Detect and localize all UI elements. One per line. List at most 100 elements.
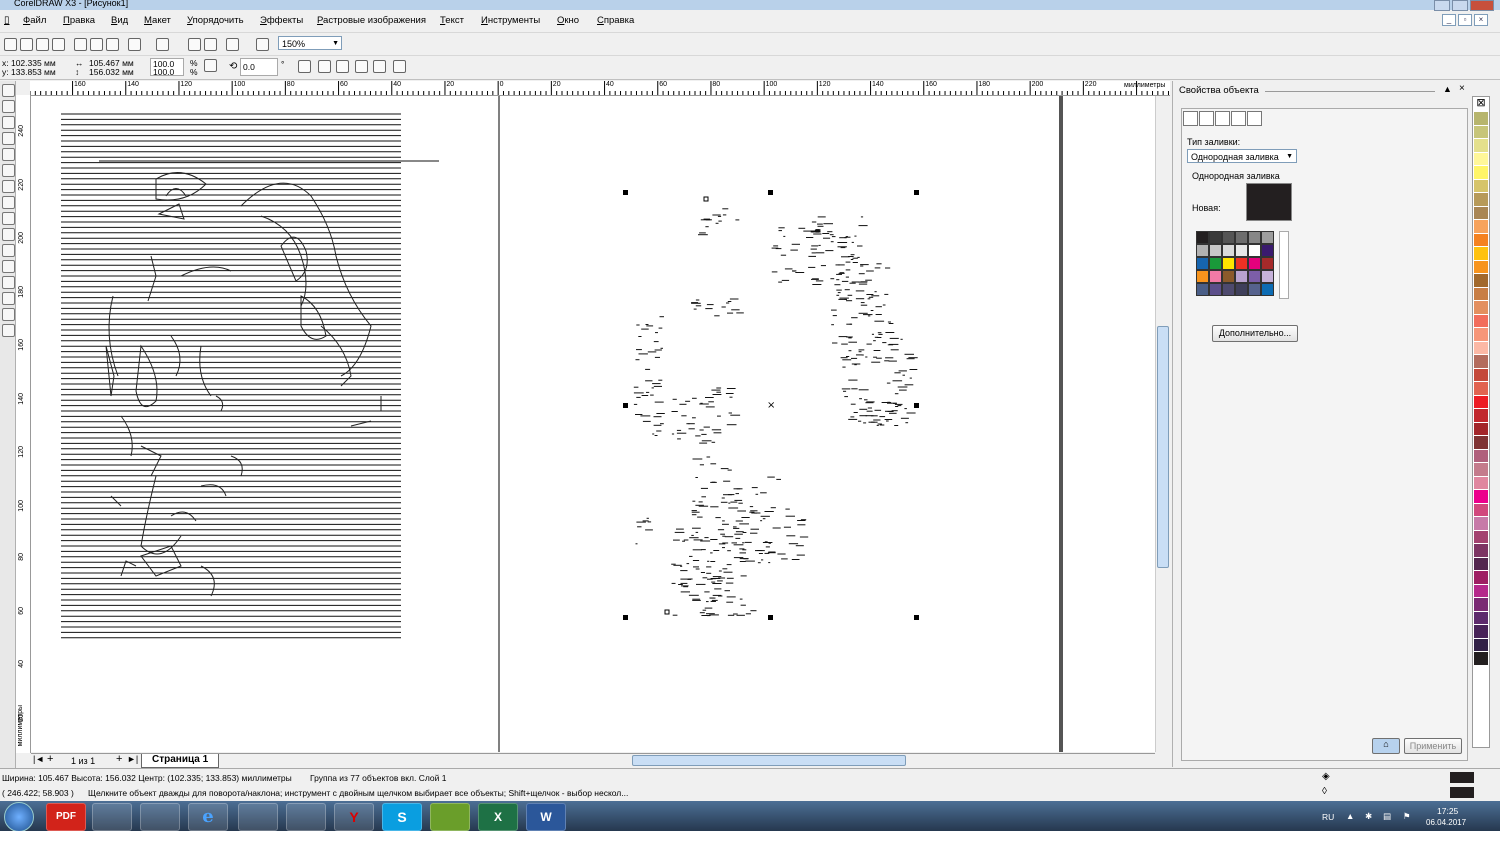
- export-icon[interactable]: [204, 38, 217, 51]
- palette-swatch[interactable]: [1222, 270, 1235, 283]
- palette-swatch[interactable]: [1222, 257, 1235, 270]
- node-marker[interactable]: [703, 196, 709, 202]
- polygon-tool-icon[interactable]: [2, 212, 15, 225]
- color-bar-swatch[interactable]: [1474, 463, 1488, 477]
- vertical-scroll-thumb[interactable]: [1157, 326, 1169, 568]
- palette-swatch[interactable]: [1248, 270, 1261, 283]
- color-bar-swatch[interactable]: [1474, 476, 1488, 490]
- smart-fill-tool-icon[interactable]: [2, 164, 15, 177]
- fill-type-select[interactable]: Однородная заливка: [1187, 149, 1297, 164]
- color-bar-swatch[interactable]: [1474, 490, 1488, 504]
- palette-swatch[interactable]: [1196, 270, 1209, 283]
- menu-edit[interactable]: Правка: [63, 15, 95, 26]
- corel-online-icon[interactable]: [256, 38, 269, 51]
- add-page-after-icon[interactable]: +: [116, 753, 122, 765]
- zoom-tool-icon[interactable]: [2, 132, 15, 145]
- color-bar-swatch[interactable]: [1474, 409, 1488, 423]
- mirror-horizontal-icon[interactable]: [298, 60, 311, 73]
- mirror-vertical-icon[interactable]: [318, 60, 331, 73]
- palette-swatch[interactable]: [1209, 231, 1222, 244]
- menu-effects[interactable]: Эффекты: [260, 15, 303, 26]
- taskbar-yandex-app[interactable]: Y: [334, 803, 374, 831]
- open-icon[interactable]: [20, 38, 33, 51]
- menu-help[interactable]: Справка: [597, 15, 634, 26]
- color-bar-swatch[interactable]: [1474, 598, 1488, 612]
- color-bar-swatch[interactable]: [1474, 638, 1488, 652]
- detail-tab-icon[interactable]: [1231, 111, 1246, 126]
- freehand-tool-icon[interactable]: [2, 148, 15, 161]
- import-icon[interactable]: [188, 38, 201, 51]
- copy-icon[interactable]: [90, 38, 103, 51]
- eyedropper-tool-icon[interactable]: [2, 276, 15, 289]
- palette-swatch[interactable]: [1196, 231, 1209, 244]
- menu-window[interactable]: Окно: [557, 15, 579, 26]
- clock-time[interactable]: 17:25: [1437, 806, 1458, 816]
- combine-icon[interactable]: [393, 60, 406, 73]
- app-icon[interactable]: ▯: [4, 15, 10, 26]
- horizontal-scrollbar[interactable]: [598, 754, 1158, 766]
- color-bar-swatch[interactable]: [1474, 517, 1488, 531]
- color-bar-swatch[interactable]: [1474, 382, 1488, 396]
- maximize-button[interactable]: [1452, 0, 1468, 11]
- lock-ratio-icon[interactable]: [204, 59, 217, 72]
- fill-tab-icon[interactable]: [1183, 111, 1198, 126]
- vertical-ruler[interactable]: 240 220 200 180 160 140 120 100 80 60 40 20 миллиме…: [16, 95, 31, 753]
- basic-shapes-tool-icon[interactable]: [2, 228, 15, 241]
- color-bar-swatch[interactable]: [1474, 220, 1488, 234]
- color-bar-swatch[interactable]: [1474, 301, 1488, 315]
- last-page-icon[interactable]: ►|: [127, 754, 138, 764]
- tray-expand-icon[interactable]: ▲: [1346, 811, 1354, 821]
- color-bar-swatch[interactable]: [1474, 544, 1488, 558]
- more-options-button[interactable]: Дополнительно...: [1212, 325, 1298, 342]
- palette-swatch[interactable]: [1235, 257, 1248, 270]
- palette-swatch[interactable]: [1235, 244, 1248, 257]
- horizontal-ruler[interactable]: 160 140 120 100 80 60 40 20 0 20 40 60 80 100 120 140 16…: [30, 81, 1170, 96]
- vertical-scrollbar[interactable]: [1155, 96, 1169, 752]
- color-bar-swatch[interactable]: [1474, 611, 1488, 625]
- horizontal-line-pattern[interactable]: [61, 113, 401, 639]
- palette-swatch[interactable]: [1196, 244, 1209, 257]
- node-marker[interactable]: [664, 609, 670, 615]
- ellipse-tool-icon[interactable]: [2, 196, 15, 209]
- close-button[interactable]: [1470, 0, 1494, 11]
- palette-swatch[interactable]: [1261, 257, 1274, 270]
- taskbar-coreldraw-app[interactable]: [430, 803, 470, 831]
- flag-icon[interactable]: ⚑: [1403, 811, 1411, 822]
- ungroup-icon[interactable]: [355, 60, 368, 73]
- doc-close-icon[interactable]: ×: [1474, 14, 1488, 26]
- color-bar-swatch[interactable]: [1474, 557, 1488, 571]
- taskbar-paint-app[interactable]: [238, 803, 278, 831]
- palette-swatch[interactable]: [1209, 270, 1222, 283]
- outline-tool-icon[interactable]: [2, 292, 15, 305]
- docker-close-icon[interactable]: ×: [1459, 83, 1465, 94]
- ungroup-all-icon[interactable]: [373, 60, 386, 73]
- page-tab[interactable]: Страница 1: [141, 754, 220, 768]
- menu-bitmaps[interactable]: Растровые изображения: [317, 15, 426, 26]
- interactive-fill-tool-icon[interactable]: [2, 324, 15, 337]
- taskbar-media-app[interactable]: [140, 803, 180, 831]
- color-bar-swatch[interactable]: [1474, 139, 1488, 153]
- cut-icon[interactable]: [74, 38, 87, 51]
- color-bar-swatch[interactable]: [1474, 395, 1488, 409]
- color-bar-swatch[interactable]: [1474, 355, 1488, 369]
- crop-tool-icon[interactable]: [2, 116, 15, 129]
- sparse-dot-artwork[interactable]: [633, 208, 918, 617]
- color-palette-grid[interactable]: [1196, 231, 1276, 297]
- palette-swatch[interactable]: [1235, 231, 1248, 244]
- color-bar-swatch[interactable]: [1474, 341, 1488, 355]
- palette-swatch[interactable]: [1209, 257, 1222, 270]
- first-page-icon[interactable]: |◄: [33, 754, 44, 764]
- color-bar-swatch[interactable]: [1474, 328, 1488, 342]
- palette-swatch[interactable]: [1248, 244, 1261, 257]
- palette-swatch[interactable]: [1196, 257, 1209, 270]
- doc-restore-icon[interactable]: ▫: [1458, 14, 1472, 26]
- input-language[interactable]: RU: [1322, 812, 1334, 822]
- text-tool-icon[interactable]: [2, 244, 15, 257]
- new-icon[interactable]: [4, 38, 17, 51]
- taskbar-ie-app[interactable]: e: [188, 803, 228, 831]
- general-tab-icon[interactable]: [1215, 111, 1230, 126]
- color-bar-swatch[interactable]: [1474, 287, 1488, 301]
- palette-swatch[interactable]: [1209, 283, 1222, 296]
- color-palette-bar[interactable]: ⊠: [1472, 96, 1490, 748]
- lock-apply-button[interactable]: ⌂: [1372, 738, 1400, 754]
